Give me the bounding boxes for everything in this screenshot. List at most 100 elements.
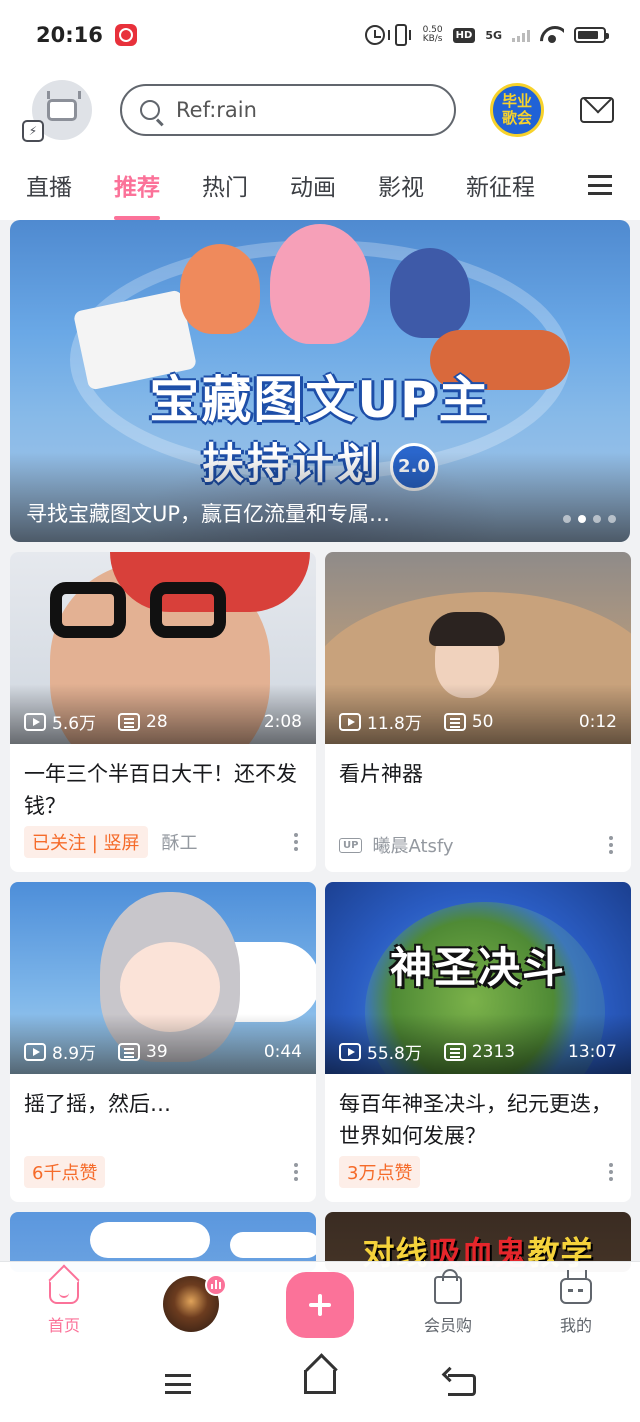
nav-shop-label: 会员购 (423, 1316, 472, 1335)
video-card[interactable]: 8.9万 39 0:44 摇了摇，然后… 6千点赞 (10, 882, 316, 1202)
channel-menu-icon[interactable] (588, 175, 612, 195)
live-indicator-icon (205, 1274, 227, 1296)
tab-anime[interactable]: 动画 (290, 150, 336, 220)
channel-tabs: 直播 推荐 热门 动画 影视 新征程 (0, 150, 640, 220)
signal-icon (512, 28, 530, 42)
more-icon[interactable] (294, 1170, 298, 1174)
video-duration: 0:44 (263, 1041, 302, 1062)
recent-apps-icon[interactable] (165, 1374, 191, 1394)
danmaku-count: 39 (146, 1041, 168, 1062)
system-back-icon[interactable] (448, 1374, 476, 1396)
search-input[interactable]: Ref:rain (120, 84, 456, 136)
tab-live[interactable]: 直播 (26, 150, 72, 220)
status-icons: 0.50 KB/s HD 5G (364, 24, 609, 46)
video-card[interactable]: 11.8万 50 0:12 看片神器 UP 曦晨Atsfy (325, 552, 631, 872)
author-name[interactable]: 酥工 (162, 829, 198, 855)
nav-home-label: 首页 (47, 1316, 80, 1335)
battery-fill (578, 31, 599, 39)
more-icon[interactable] (609, 843, 613, 847)
video-duration: 2:08 (263, 711, 302, 732)
banner-caption: 寻找宝藏图文UP，赢百亿流量和专属… (26, 502, 391, 526)
banner-pagination (563, 515, 616, 523)
shopping-bag-icon (434, 1269, 462, 1304)
banner-shade (10, 452, 630, 542)
video-thumbnail: 8.9万 39 0:44 (10, 882, 316, 1074)
tab-hot[interactable]: 热门 (202, 150, 248, 220)
nav-home[interactable]: 首页 (14, 1262, 114, 1346)
banner-dot-active (578, 515, 586, 523)
video-card[interactable]: 神圣决斗 55.8万 2313 13:07 每百年神圣决斗，纪元更迭，世界如何发… (325, 882, 631, 1202)
tab-new-journey[interactable]: 新征程 (466, 150, 535, 220)
wifi-icon (540, 26, 564, 44)
video-duration: 13:07 (568, 1041, 617, 1062)
video-thumbnail: 神圣决斗 55.8万 2313 13:07 (325, 882, 631, 1074)
card-footer: 6千点赞 (24, 1156, 306, 1188)
graduation-concert-badge[interactable]: 毕业 歌会 (490, 83, 544, 137)
video-thumbnail: 11.8万 50 0:12 (325, 552, 631, 744)
play-count-icon (24, 712, 46, 731)
danmaku-count: 2313 (471, 1041, 516, 1062)
view-count: 5.6万 (52, 714, 97, 734)
likes-tag: 6千点赞 (24, 1156, 106, 1188)
nav-shop[interactable]: 会员购 (398, 1262, 498, 1346)
bottom-navigation: 首页 会员购 我的 (0, 1262, 640, 1346)
banner-dot (608, 515, 616, 523)
video-title[interactable]: 看片神器 (339, 758, 617, 790)
vibrate-icon (387, 24, 411, 46)
system-navigation (0, 1346, 640, 1422)
video-meta: 55.8万 2313 13:07 (339, 1039, 617, 1064)
more-icon[interactable] (609, 1170, 613, 1174)
tab-recommend[interactable]: 推荐 (114, 150, 160, 220)
publish-button[interactable] (286, 1272, 354, 1338)
card-footer: UP 曦晨Atsfy (339, 832, 621, 858)
search-placeholder: Ref:rain (176, 98, 257, 122)
netease-music-icon (114, 24, 137, 46)
view-count: 11.8万 (367, 714, 422, 734)
tab-movies[interactable]: 影视 (378, 150, 424, 220)
thumbnail-text: 神圣决斗 (389, 943, 566, 992)
net-speed: 0.50 KB/s (423, 26, 443, 44)
video-title[interactable]: 一年三个半百日大干！还不发钱？ (24, 758, 302, 822)
danmaku-icon (118, 1042, 141, 1061)
more-icon[interactable] (294, 840, 298, 844)
net-speed-unit: KB/s (422, 34, 443, 44)
nav-me-label: 我的 (559, 1316, 592, 1335)
5g-icon: 5G (485, 28, 502, 42)
banner-character-art (390, 248, 470, 338)
card-footer: 已关注 | 竖屏 酥工 (24, 826, 306, 858)
danmaku-icon (443, 712, 466, 731)
up-badge-icon: UP (339, 837, 363, 853)
thumbnail-cloud (90, 1222, 210, 1258)
banner-dot (593, 515, 601, 523)
system-home-icon[interactable] (304, 1370, 336, 1394)
video-title[interactable]: 摇了摇，然后… (24, 1088, 302, 1120)
video-card[interactable]: 5.6万 28 2:08 一年三个半百日大干！还不发钱？ 已关注 | 竖屏 酥工 (10, 552, 316, 872)
thumbnail-glasses (150, 582, 226, 638)
status-bar: 20:16 0.50 KB/s HD 5G (0, 0, 640, 70)
video-meta: 5.6万 28 2:08 (24, 709, 302, 734)
view-count: 55.8万 (367, 1044, 422, 1064)
promo-banner[interactable]: 宝藏图文UP主 扶持计划2.0 寻找宝藏图文UP，赢百亿流量和专属… (10, 220, 630, 542)
likes-tag: 3万点赞 (339, 1156, 421, 1188)
author-name[interactable]: 曦晨Atsfy (372, 832, 453, 858)
alarm-icon (364, 25, 385, 45)
video-meta: 11.8万 50 0:12 (339, 709, 617, 734)
hd-icon: HD (452, 27, 476, 43)
danmaku-icon (118, 712, 141, 731)
lightning-icon: ⚡ (22, 120, 44, 142)
tv-profile-icon (560, 1270, 592, 1304)
thumbnail-hair (429, 612, 505, 646)
promo-badge-text: 毕业 歌会 (501, 92, 532, 127)
home-icon (49, 1278, 79, 1304)
view-count: 8.9万 (52, 1044, 97, 1064)
user-avatar[interactable]: ⚡ (22, 80, 92, 142)
mail-icon[interactable] (580, 97, 614, 123)
video-thumbnail: 5.6万 28 2:08 (10, 552, 316, 744)
video-duration: 0:12 (578, 711, 617, 732)
video-title[interactable]: 每百年神圣决斗，纪元更迭，世界如何发展？ (339, 1088, 617, 1152)
danmaku-count: 50 (471, 711, 494, 732)
nav-me[interactable]: 我的 (526, 1262, 626, 1346)
play-count-icon (24, 1042, 46, 1061)
banner-character-art (180, 244, 260, 334)
card-footer: 3万点赞 (339, 1156, 621, 1188)
